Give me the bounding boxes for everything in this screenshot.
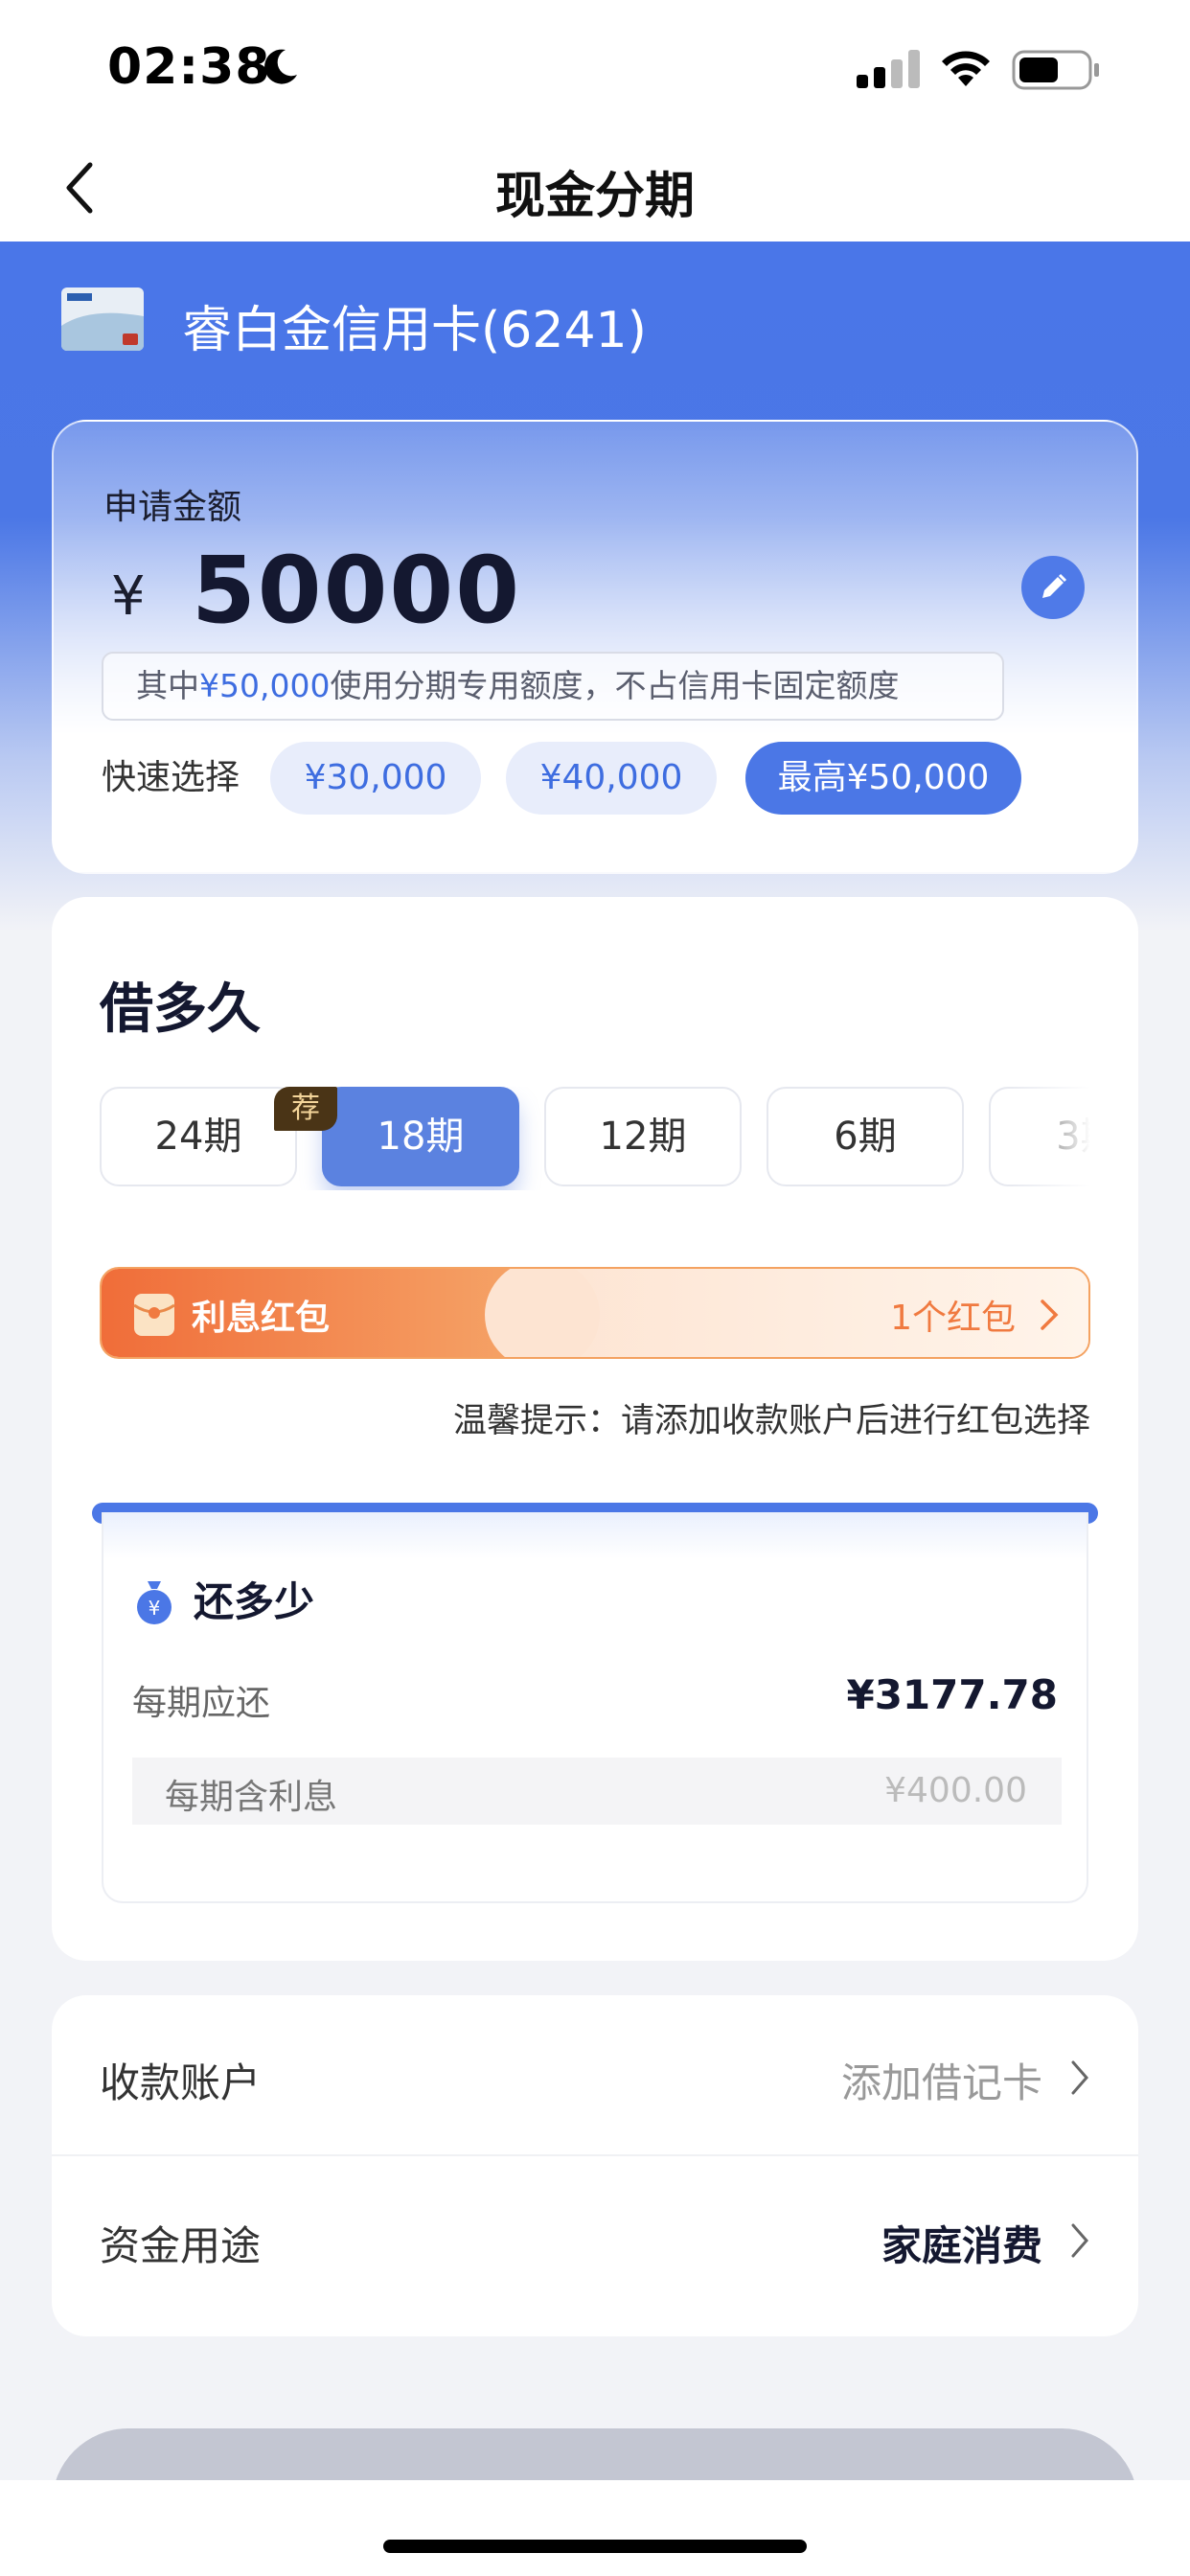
fund-purpose-row[interactable]: 资金用途 家庭消费 — [52, 2158, 1138, 2319]
interest-label: 每期含利息 — [165, 1778, 338, 1817]
term-option-24[interactable]: 24期 — [100, 1087, 297, 1186]
per-period-value: ¥3177.78 — [846, 1671, 1058, 1718]
chevron-right-icon — [1071, 2223, 1088, 2258]
per-period-label: 每期应还 — [132, 1684, 271, 1723]
card-name[interactable]: 睿白金信用卡(6241) — [182, 289, 647, 361]
cellular-signal-icon — [857, 50, 920, 88]
coupon-tip: 温馨提示：请添加收款账户后进行红包选择 — [452, 1402, 1090, 1440]
credit-card-thumbnail — [61, 288, 144, 351]
nav-bar: 现金分期 — [0, 134, 1190, 242]
amount-label: 申请金额 — [103, 488, 242, 527]
wifi-icon — [942, 51, 990, 86]
quick-chip-30000[interactable]: ¥30,000 — [270, 742, 481, 815]
term-selector: 24期 18期 12期 6期 3期 — [100, 1087, 1090, 1190]
amount-input[interactable]: 50000 — [192, 537, 521, 644]
currency-symbol: ¥ — [111, 565, 146, 628]
battery-icon — [1012, 50, 1099, 90]
receive-account-row[interactable]: 收款账户 添加借记卡 — [52, 1995, 1138, 2156]
quick-chip-40000[interactable]: ¥40,000 — [506, 742, 717, 815]
fund-purpose-value: 家庭消费 — [881, 2222, 1042, 2269]
page-title: 现金分期 — [494, 168, 695, 225]
status-time: 02:38 — [107, 38, 271, 96]
red-envelope-icon — [133, 1294, 175, 1336]
term-card: 借多久 24期 18期 12期 6期 3期 荐 利息红包 1个红包 温馨提示：请… — [52, 897, 1138, 1961]
interest-value: ¥400.00 — [884, 1771, 1027, 1810]
receive-account-value: 添加借记卡 — [840, 2059, 1042, 2106]
interest-row: 每期含利息 ¥400.00 — [132, 1758, 1062, 1825]
repayment-panel: ¥ 还多少 每期应还 ¥3177.78 每期含利息 ¥400.00 — [92, 1503, 1098, 1903]
recommend-tag: 荐 — [274, 1087, 337, 1131]
term-option-18[interactable]: 18期 — [322, 1087, 519, 1186]
repay-title: 还多少 — [194, 1578, 315, 1625]
interest-coupon-row[interactable]: 利息红包 1个红包 — [100, 1267, 1090, 1359]
home-indicator — [383, 2540, 807, 2553]
home-indicator-area — [0, 2480, 1190, 2576]
scroll-fade — [1004, 1087, 1090, 1190]
pencil-icon — [1042, 573, 1067, 598]
svg-text:¥: ¥ — [149, 1597, 161, 1620]
term-option-12[interactable]: 12期 — [544, 1087, 742, 1186]
fund-purpose-label: 资金用途 — [100, 2222, 262, 2269]
term-section-title: 借多久 — [100, 978, 261, 1041]
quick-chip-max[interactable]: 最高¥50,000 — [745, 742, 1021, 815]
coupon-count: 1个红包 — [890, 1299, 1016, 1338]
term-option-6[interactable]: 6期 — [767, 1087, 964, 1186]
quota-note: 其中¥50,000使用分期专用额度，不占信用卡固定额度 — [102, 652, 1004, 721]
note-suffix: 使用分期专用额度，不占信用卡固定额度 — [330, 667, 900, 704]
note-highlight: ¥50,000 — [199, 667, 331, 704]
chevron-right-icon — [1071, 2060, 1088, 2095]
coupon-title: 利息红包 — [192, 1299, 331, 1338]
status-bar: 02:38 — [0, 0, 1190, 134]
quick-select-label: 快速选择 — [102, 758, 240, 797]
account-card: 收款账户 添加借记卡 资金用途 家庭消费 — [52, 1995, 1138, 2336]
note-prefix: 其中 — [136, 667, 199, 704]
moon-icon — [264, 49, 297, 84]
receive-account-label: 收款账户 — [100, 2059, 262, 2106]
amount-card: 申请金额 ¥ 50000 其中¥50,000使用分期专用额度，不占信用卡固定额度… — [52, 420, 1138, 874]
chevron-right-icon — [1041, 1300, 1059, 1330]
edit-amount-button[interactable] — [1021, 556, 1085, 619]
money-bag-icon: ¥ — [137, 1581, 172, 1624]
